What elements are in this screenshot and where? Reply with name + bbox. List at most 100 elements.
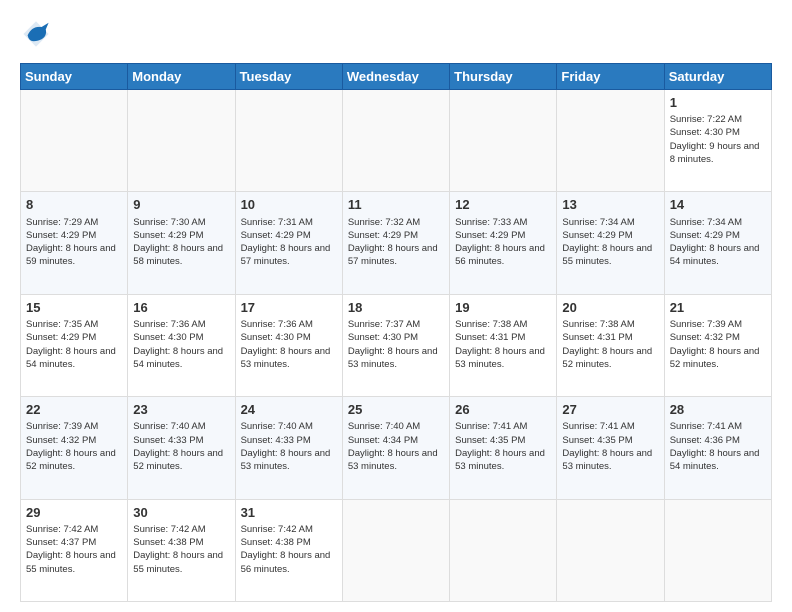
calendar-week-row: 15Sunrise: 7:35 AMSunset: 4:29 PMDayligh… bbox=[21, 294, 772, 396]
calendar-cell bbox=[664, 499, 771, 601]
calendar-cell: 23 Sunrise: 7:40 AM Sunset: 4:33 PM Dayligh… bbox=[128, 397, 235, 499]
sunrise: Sunrise: 7:30 AM bbox=[133, 217, 205, 228]
sunrise: Sunrise: 7:42 AM bbox=[26, 524, 98, 535]
sunrise: Sunrise: 7:34 AM bbox=[670, 217, 742, 228]
daylight: Daylight: 8 hours and 54 minutes. bbox=[670, 243, 760, 267]
calendar-body: 1Sunrise: 7:22 AMSunset: 4:30 PMDaylight… bbox=[21, 90, 772, 602]
day-number: 25 bbox=[348, 401, 444, 419]
sunrise: Sunrise: 7:36 AM bbox=[133, 319, 205, 330]
sunrise: Sunrise: 7:34 AM bbox=[562, 217, 634, 228]
day-of-week-header: Sunday bbox=[21, 64, 128, 90]
day-of-week-header: Monday bbox=[128, 64, 235, 90]
day-number: 14 bbox=[670, 196, 766, 214]
sunset: Sunset: 4:30 PM bbox=[241, 332, 311, 343]
calendar-cell: 22Sunrise: 7:39 AMSunset: 4:32 PMDayligh… bbox=[21, 397, 128, 499]
daylight: Daylight: 8 hours and 54 minutes. bbox=[670, 448, 760, 472]
day-number: 28 bbox=[670, 401, 766, 419]
sunset: Sunset: 4:34 PM bbox=[348, 435, 418, 446]
sunrise: Sunrise: 7:39 AM bbox=[26, 421, 98, 432]
sunset: Sunset: 4:33 PM bbox=[133, 435, 203, 446]
sunrise: Sunrise: 7:31 AM bbox=[241, 217, 313, 228]
day-number: 21 bbox=[670, 299, 766, 317]
day-number: 29 bbox=[26, 504, 122, 522]
calendar-cell: 13Sunrise: 7:34 AMSunset: 4:29 PMDayligh… bbox=[557, 192, 664, 294]
sunrise: Sunrise: 7:41 AM bbox=[670, 421, 742, 432]
daylight: Daylight: 8 hours and 52 minutes. bbox=[562, 346, 652, 370]
day-number: 24 bbox=[241, 401, 337, 419]
daylight: Daylight: 8 hours and 57 minutes. bbox=[241, 243, 331, 267]
day-number: 1 bbox=[670, 94, 766, 112]
sunset: Sunset: 4:35 PM bbox=[562, 435, 632, 446]
calendar-cell: 8 Sunrise: 7:29 AM Sunset: 4:29 PM Daylight… bbox=[21, 192, 128, 294]
sunset: Sunset: 4:36 PM bbox=[670, 435, 740, 446]
calendar-week-row: 1Sunrise: 7:22 AMSunset: 4:30 PMDaylight… bbox=[21, 90, 772, 192]
sunrise: Sunrise: 7:33 AM bbox=[455, 217, 527, 228]
calendar-cell: 25Sunrise: 7:40 AMSunset: 4:34 PMDayligh… bbox=[342, 397, 449, 499]
sunset: Sunset: 4:33 PM bbox=[241, 435, 311, 446]
daylight: Daylight: 8 hours and 55 minutes. bbox=[26, 550, 116, 574]
sunset: Sunset: 4:29 PM bbox=[455, 230, 525, 241]
daylight: Daylight: 8 hours and 54 minutes. bbox=[26, 346, 116, 370]
daylight: Daylight: 8 hours and 53 minutes. bbox=[455, 448, 545, 472]
sunrise: Sunrise: 7:29 AM bbox=[26, 217, 98, 228]
sunset: Sunset: 4:30 PM bbox=[348, 332, 418, 343]
daylight: Daylight: 9 hours and 8 minutes. bbox=[670, 141, 760, 165]
calendar-cell bbox=[342, 499, 449, 601]
logo bbox=[20, 20, 50, 53]
daylight: Daylight: 8 hours and 57 minutes. bbox=[348, 243, 438, 267]
sunrise: Sunrise: 7:38 AM bbox=[562, 319, 634, 330]
calendar-cell: 14Sunrise: 7:34 AMSunset: 4:29 PMDayligh… bbox=[664, 192, 771, 294]
daylight: Daylight: 8 hours and 56 minutes. bbox=[455, 243, 545, 267]
calendar-cell: 19Sunrise: 7:38 AMSunset: 4:31 PMDayligh… bbox=[450, 294, 557, 396]
sunset: Sunset: 4:29 PM bbox=[133, 230, 203, 241]
calendar-cell: 1Sunrise: 7:22 AMSunset: 4:30 PMDaylight… bbox=[664, 90, 771, 192]
daylight: Daylight: 8 hours and 59 minutes. bbox=[26, 243, 116, 267]
sunrise: Sunrise: 7:42 AM bbox=[133, 524, 205, 535]
sunrise: Sunrise: 7:40 AM bbox=[133, 421, 205, 432]
day-of-week-header: Saturday bbox=[664, 64, 771, 90]
day-of-week-header: Thursday bbox=[450, 64, 557, 90]
daylight: Daylight: 8 hours and 55 minutes. bbox=[562, 243, 652, 267]
daylight: Daylight: 8 hours and 53 minutes. bbox=[348, 346, 438, 370]
calendar-cell: 12 Sunrise: 7:33 AM Sunset: 4:29 PM Dayligh… bbox=[450, 192, 557, 294]
calendar-cell: 24 Sunrise: 7:40 AM Sunset: 4:33 PM Dayligh… bbox=[235, 397, 342, 499]
calendar-table: SundayMondayTuesdayWednesdayThursdayFrid… bbox=[20, 63, 772, 602]
sunrise: Sunrise: 7:37 AM bbox=[348, 319, 420, 330]
day-number: 23 bbox=[133, 401, 229, 419]
calendar-week-row: 8 Sunrise: 7:29 AM Sunset: 4:29 PM Daylight… bbox=[21, 192, 772, 294]
sunset: Sunset: 4:31 PM bbox=[455, 332, 525, 343]
day-number: 30 bbox=[133, 504, 229, 522]
sunrise: Sunrise: 7:40 AM bbox=[241, 421, 313, 432]
day-of-week-header: Friday bbox=[557, 64, 664, 90]
sunset: Sunset: 4:29 PM bbox=[26, 230, 96, 241]
sunrise: Sunrise: 7:39 AM bbox=[670, 319, 742, 330]
day-number: 22 bbox=[26, 401, 122, 419]
calendar-cell bbox=[557, 499, 664, 601]
calendar-cell bbox=[235, 90, 342, 192]
day-of-week-header: Wednesday bbox=[342, 64, 449, 90]
day-number: 12 bbox=[455, 196, 551, 214]
calendar-cell: 26Sunrise: 7:41 AMSunset: 4:35 PMDayligh… bbox=[450, 397, 557, 499]
calendar-cell bbox=[450, 90, 557, 192]
daylight: Daylight: 8 hours and 53 minutes. bbox=[241, 448, 331, 472]
day-number: 8 bbox=[26, 196, 122, 214]
sunset: Sunset: 4:30 PM bbox=[133, 332, 203, 343]
sunset: Sunset: 4:30 PM bbox=[670, 127, 740, 138]
sunset: Sunset: 4:38 PM bbox=[241, 537, 311, 548]
sunset: Sunset: 4:35 PM bbox=[455, 435, 525, 446]
day-of-week-header: Tuesday bbox=[235, 64, 342, 90]
calendar-cell bbox=[342, 90, 449, 192]
daylight: Daylight: 8 hours and 52 minutes. bbox=[133, 448, 223, 472]
day-number: 27 bbox=[562, 401, 658, 419]
daylight: Daylight: 8 hours and 52 minutes. bbox=[670, 346, 760, 370]
calendar-cell: 31Sunrise: 7:42 AMSunset: 4:38 PMDayligh… bbox=[235, 499, 342, 601]
sunset: Sunset: 4:29 PM bbox=[348, 230, 418, 241]
calendar-cell: 18Sunrise: 7:37 AMSunset: 4:30 PMDayligh… bbox=[342, 294, 449, 396]
page: SundayMondayTuesdayWednesdayThursdayFrid… bbox=[0, 0, 792, 612]
day-number: 31 bbox=[241, 504, 337, 522]
calendar-cell: 30Sunrise: 7:42 AMSunset: 4:38 PMDayligh… bbox=[128, 499, 235, 601]
sunset: Sunset: 4:37 PM bbox=[26, 537, 96, 548]
sunrise: Sunrise: 7:41 AM bbox=[562, 421, 634, 432]
day-number: 11 bbox=[348, 196, 444, 214]
calendar-week-row: 29 Sunrise: 7:42 AM Sunset: 4:37 PM Dayligh… bbox=[21, 499, 772, 601]
